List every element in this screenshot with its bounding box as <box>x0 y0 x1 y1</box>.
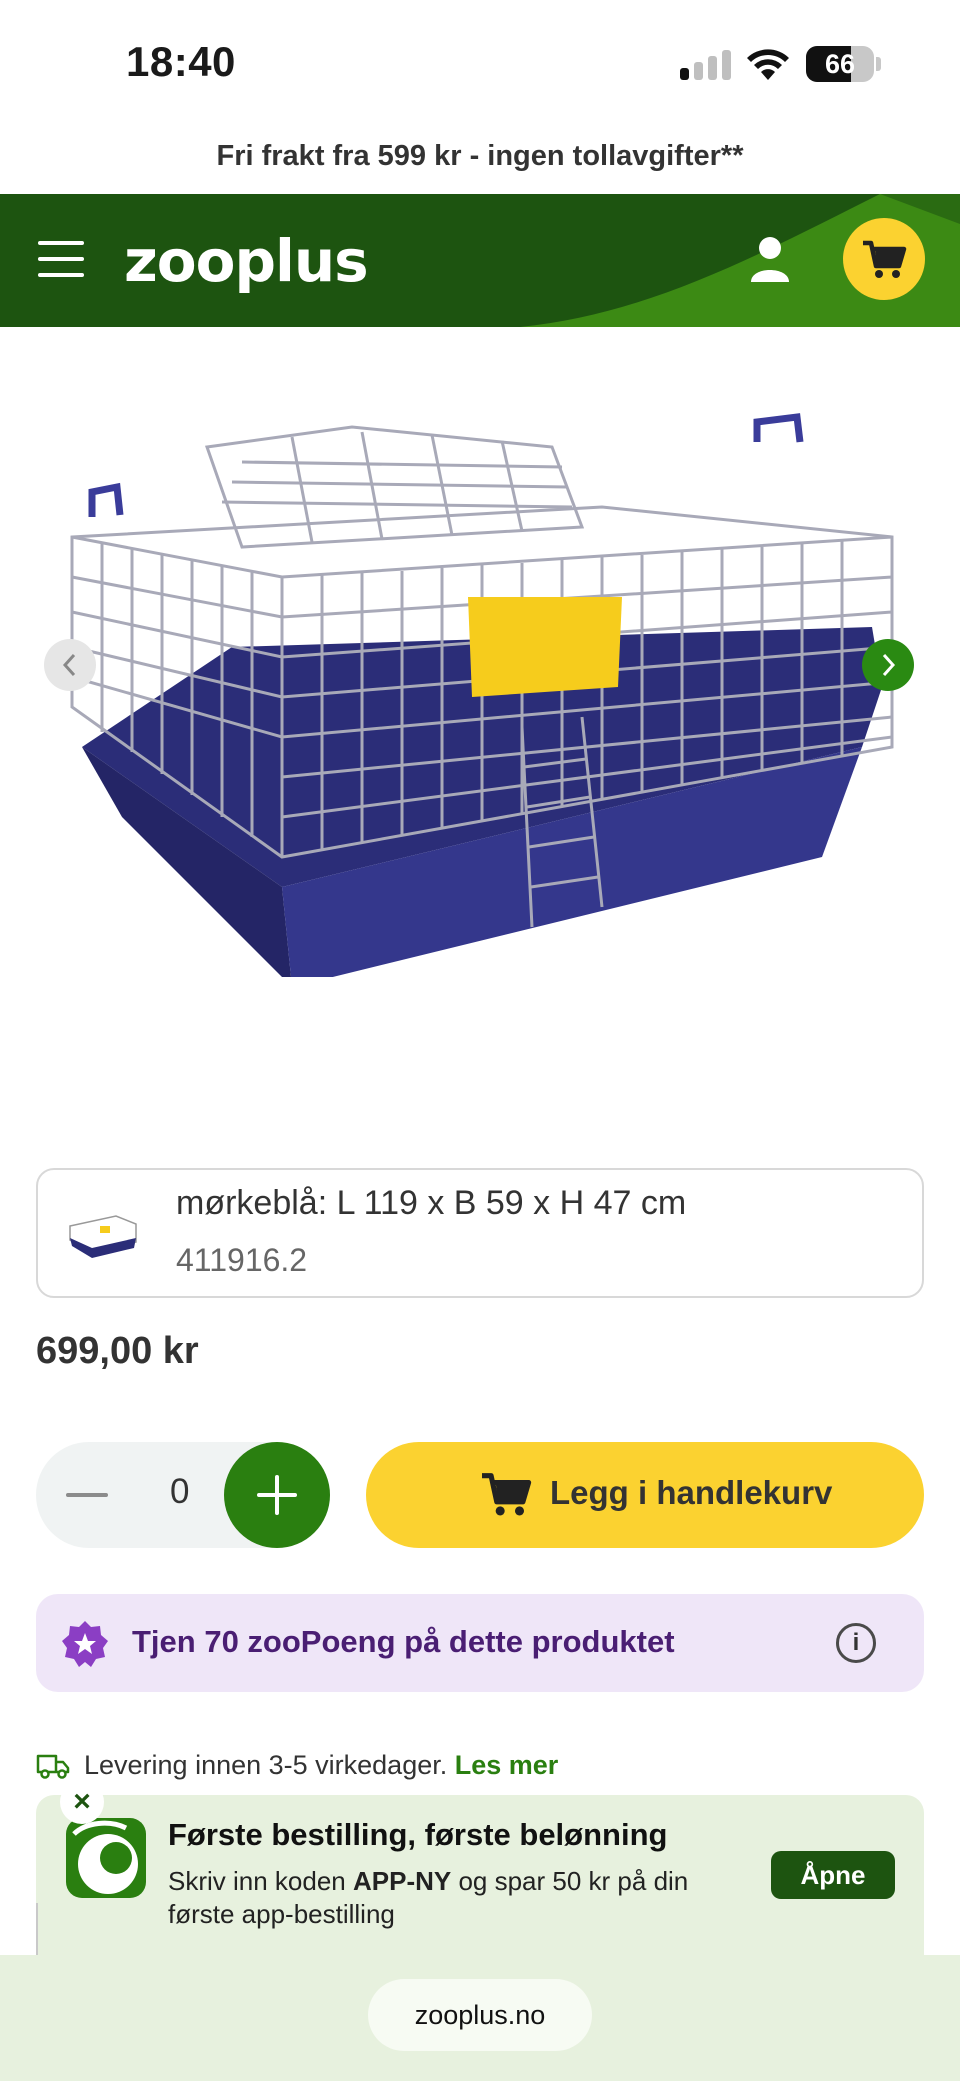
plus-button[interactable] <box>224 1442 330 1548</box>
delivery-label: Levering innen 3-5 virkedager. <box>84 1750 448 1780</box>
quantity-value: 0 <box>170 1472 190 1511</box>
app-logo-mark-icon <box>72 1820 138 1894</box>
battery-nub <box>876 57 881 71</box>
add-to-cart-button[interactable]: Legg i handlekurv <box>366 1442 924 1548</box>
cart-icon <box>863 240 907 278</box>
zoopoints-text: Tjen 70 zooPoeng på dette produktet <box>132 1624 675 1659</box>
close-icon: × <box>73 1785 91 1818</box>
status-time: 18:40 <box>126 38 236 85</box>
variant-thumbnail <box>69 1215 137 1258</box>
add-to-cart-label: Legg i handlekurv <box>550 1474 833 1511</box>
chevron-right-icon <box>882 653 896 677</box>
read-more-link[interactable]: Les mer <box>455 1750 559 1780</box>
browser-bottom-bar: zooplus.no <box>0 1955 960 2081</box>
app-promo-banner: Første bestilling, første belønning Skri… <box>36 1795 924 1955</box>
zoopoints-banner[interactable]: Tjen 70 zooPoeng på dette produktet i <box>36 1594 924 1692</box>
star-badge-icon <box>62 1621 108 1667</box>
variant-sku: 411916.2 <box>176 1242 308 1278</box>
minus-icon[interactable] <box>66 1493 108 1497</box>
app-banner-sub-before: Skriv inn koden <box>168 1866 353 1896</box>
close-banner-button[interactable]: × <box>60 1780 104 1824</box>
battery-icon: 66 <box>806 46 874 82</box>
gallery-prev-button[interactable] <box>44 639 96 691</box>
zooplus-logo[interactable]: zooplus <box>124 227 369 295</box>
battery-level: 66 <box>824 49 856 79</box>
zooplus-app-icon <box>66 1818 146 1898</box>
quantity-stepper: 0 <box>36 1442 330 1548</box>
gallery-next-button[interactable] <box>862 639 914 691</box>
app-banner-subtitle: Skriv inn koden APP-NY og spar 50 kr på … <box>168 1865 738 1931</box>
free-shipping-banner[interactable]: Fri frakt fra 599 kr - ingen tollavgifte… <box>0 140 960 173</box>
open-app-button[interactable]: Åpne <box>771 1851 895 1899</box>
site-header: zooplus <box>0 194 960 327</box>
user-icon[interactable] <box>748 236 792 282</box>
plus-icon-vertical <box>275 1475 279 1515</box>
info-icon[interactable]: i <box>836 1623 876 1663</box>
promo-code: APP-NY <box>352 1866 452 1896</box>
status-bar: 18:40 66 <box>0 0 960 130</box>
variant-name: mørkeblå: L 119 x B 59 x H 47 cm <box>176 1184 687 1222</box>
cellular-signal-icon <box>680 50 732 80</box>
banner-divider <box>36 1903 38 1955</box>
product-price: 699,00 kr <box>36 1330 199 1372</box>
cart-icon <box>482 1473 532 1516</box>
delivery-text: Levering innen 3-5 virkedager. Les mer <box>84 1750 558 1781</box>
app-banner-title: Første bestilling, første belønning <box>168 1817 668 1852</box>
cage-product-image <box>70 413 894 977</box>
variant-selector[interactable]: mørkeblå: L 119 x B 59 x H 47 cm 411916.… <box>36 1168 924 1298</box>
product-gallery[interactable] <box>0 327 960 1127</box>
address-bar[interactable]: zooplus.no <box>368 1979 592 2051</box>
hamburger-icon[interactable] <box>38 239 84 279</box>
cart-button[interactable] <box>843 218 925 300</box>
chevron-left-icon <box>62 653 76 677</box>
delivery-info: Levering innen 3-5 virkedager. Les mer <box>36 1748 924 1788</box>
page: 18:40 66 Fri frakt fra 599 kr - ingen to… <box>0 0 960 2081</box>
truck-icon <box>36 1754 70 1779</box>
info-icon-glyph: i <box>852 1629 860 1656</box>
wifi-icon <box>747 49 789 80</box>
